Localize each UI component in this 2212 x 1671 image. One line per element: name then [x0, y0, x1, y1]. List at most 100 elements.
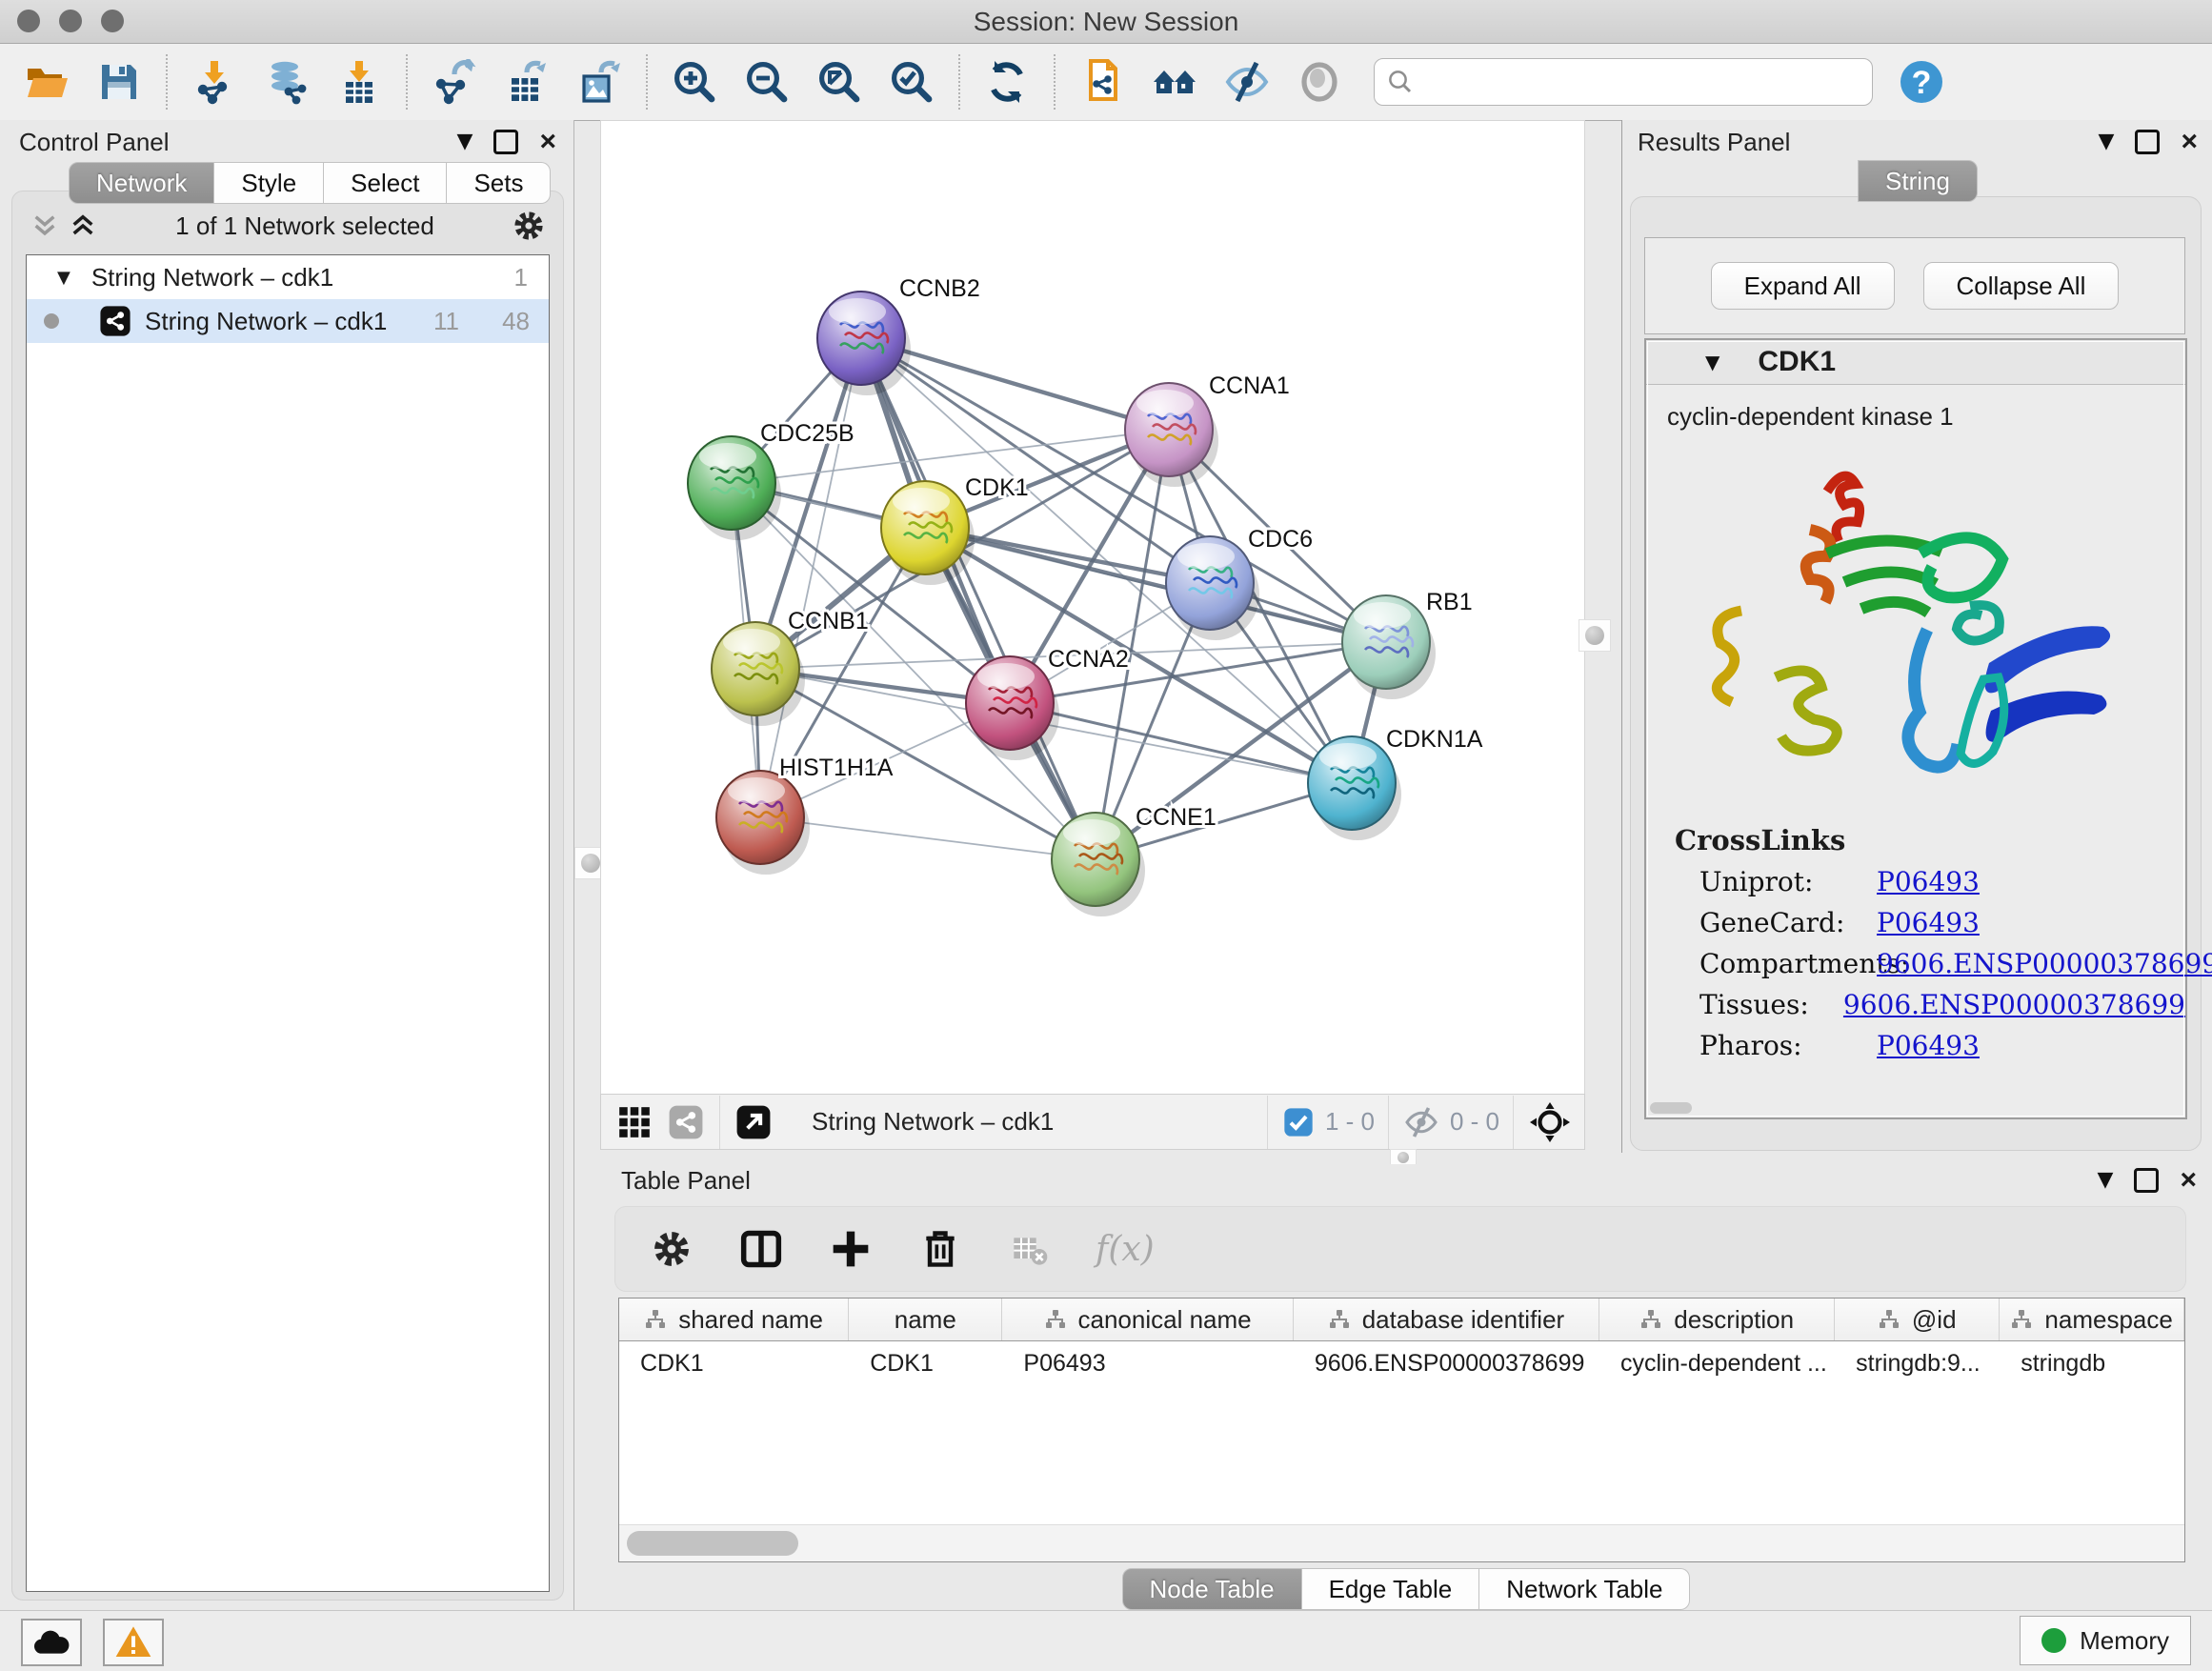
birds-eye-grid-icon[interactable] — [614, 1098, 654, 1146]
node-cdk1[interactable]: CDK1 — [881, 474, 1029, 585]
add-column-icon[interactable] — [827, 1225, 875, 1273]
column-header-shared-name[interactable]: shared name — [619, 1299, 849, 1340]
network-options-gear-icon[interactable] — [508, 205, 550, 247]
show-columns-icon[interactable] — [737, 1225, 785, 1273]
memory-button[interactable]: Memory — [2020, 1616, 2191, 1665]
column-header-namespace[interactable]: namespace — [2000, 1299, 2184, 1340]
detach-view-icon[interactable] — [734, 1098, 774, 1146]
zoom-in-icon[interactable] — [671, 58, 718, 106]
cell-description[interactable]: cyclin-dependent ... — [1599, 1341, 1835, 1385]
zoom-selected-icon[interactable] — [888, 58, 935, 106]
crosslink-link[interactable]: P06493 — [1877, 907, 1980, 938]
tab-sets[interactable]: Sets — [447, 162, 551, 204]
homes-icon[interactable] — [1151, 58, 1198, 106]
crosslink-link[interactable]: 9606.ENSP00000378699 — [1843, 989, 2185, 1020]
table-row[interactable]: CDK1CDK1P064939606.ENSP00000378699cyclin… — [619, 1341, 2184, 1385]
table-hscroll-thumb[interactable] — [627, 1531, 798, 1556]
edge-ccnb2-ccne1[interactable] — [861, 338, 1096, 859]
selected-count-checkbox-icon[interactable] — [1281, 1098, 1316, 1146]
delete-column-icon[interactable] — [916, 1225, 964, 1273]
refresh-icon[interactable] — [983, 58, 1031, 106]
collection-expander-icon[interactable]: ▼ — [57, 268, 70, 288]
results-panel-collapse-icon[interactable]: ▼ — [2099, 131, 2115, 152]
column-header-description[interactable]: description — [1599, 1299, 1835, 1340]
tab-edge-table[interactable]: Edge Table — [1302, 1568, 1480, 1610]
crosslink-link[interactable]: 9606.ENSP00000378699 — [1877, 948, 2212, 979]
cloud-button[interactable] — [21, 1619, 82, 1666]
node-rb1[interactable]: RB1 — [1342, 589, 1473, 699]
node-label-ccna1: CCNA1 — [1209, 372, 1290, 399]
node-ccna1[interactable]: CCNA1 — [1125, 372, 1290, 487]
save-session-icon[interactable] — [95, 58, 143, 106]
column-header-canonical-name[interactable]: canonical name — [1002, 1299, 1293, 1340]
results-panel-close-icon[interactable]: × — [2181, 128, 2198, 156]
column-header-name[interactable]: name — [849, 1299, 1002, 1340]
control-panel-collapse-icon[interactable]: ▼ — [457, 131, 473, 152]
node-ccne1[interactable]: CCNE1 — [1052, 804, 1217, 916]
search-box[interactable] — [1374, 58, 1873, 106]
edge-ccnb2-hist1h1a[interactable] — [760, 338, 861, 817]
crosslink-link[interactable]: P06493 — [1877, 1030, 1980, 1061]
tab-select[interactable]: Select — [324, 162, 447, 204]
cell-database-identifier[interactable]: 9606.ENSP00000378699 — [1294, 1341, 1599, 1385]
cell-id[interactable]: stringdb:9... — [1835, 1341, 2000, 1385]
right-splitter-handle[interactable] — [1579, 619, 1611, 652]
control-panel-close-icon[interactable]: × — [539, 128, 556, 156]
node-ccna2[interactable]: CCNA2 — [966, 646, 1129, 760]
node-hist1h1a[interactable]: HIST1H1A — [716, 755, 894, 875]
node-ccnb2[interactable]: CCNB2 — [817, 275, 980, 395]
zoom-out-icon[interactable] — [743, 58, 791, 106]
node-cdkn1a[interactable]: CDKN1A — [1308, 726, 1483, 840]
hide-unhide-icon[interactable] — [1223, 58, 1271, 106]
bottom-splitter-handle[interactable] — [1390, 1149, 1417, 1165]
edge-ccna2-cdkn1a[interactable] — [1010, 703, 1352, 783]
collapse-all-button[interactable]: Collapse All — [1923, 262, 2120, 310]
table-panel-close-icon[interactable]: × — [2180, 1166, 2197, 1195]
results-panel-float-icon[interactable] — [2135, 130, 2160, 154]
import-database-icon[interactable] — [263, 58, 311, 106]
column-header-database-identifier[interactable]: database identifier — [1294, 1299, 1599, 1340]
expand-all-button[interactable]: Expand All — [1711, 262, 1895, 310]
tab-style[interactable]: Style — [214, 162, 324, 204]
tab-string[interactable]: String — [1858, 160, 1978, 202]
expand-all-networks-icon[interactable] — [64, 207, 102, 245]
table-panel-collapse-icon[interactable]: ▼ — [2098, 1170, 2114, 1191]
help-button[interactable] — [1898, 58, 1945, 106]
export-image-icon[interactable] — [575, 58, 623, 106]
tab-network-table[interactable]: Network Table — [1479, 1568, 1690, 1610]
gene-collapse-icon[interactable]: ▼ — [1705, 352, 1719, 372]
results-hscroll-thumb[interactable] — [1650, 1102, 1692, 1114]
network-list-item[interactable]: ▼String Network – cdk11 — [27, 255, 549, 299]
cell-name[interactable]: CDK1 — [849, 1341, 1002, 1385]
fit-selected-crosshair-icon[interactable] — [1527, 1098, 1573, 1146]
crosslink-link[interactable]: P06493 — [1877, 866, 1980, 897]
cell-shared-name[interactable]: CDK1 — [619, 1341, 849, 1385]
network-share-icon[interactable] — [666, 1098, 706, 1146]
zoom-fit-icon[interactable] — [815, 58, 863, 106]
open-session-icon[interactable] — [23, 58, 70, 106]
tab-network[interactable]: Network — [69, 162, 214, 204]
network-list-item[interactable]: String Network – cdk11148 — [27, 299, 549, 343]
network-list: ▼String Network – cdk11String Network – … — [26, 254, 550, 1592]
cell-canonical-name[interactable]: P06493 — [1002, 1341, 1293, 1385]
warnings-button[interactable] — [103, 1619, 164, 1666]
export-network-icon[interactable] — [431, 58, 478, 106]
control-panel-float-icon[interactable] — [493, 130, 518, 154]
import-table-icon[interactable] — [335, 58, 383, 106]
string-query-icon[interactable] — [1078, 58, 1126, 106]
gene-header[interactable]: ▼ CDK1 — [1646, 340, 2185, 385]
collapse-all-networks-icon[interactable] — [26, 207, 64, 245]
node-cdc25b[interactable]: CDC25B — [688, 420, 855, 540]
table-options-gear-icon[interactable] — [648, 1225, 695, 1273]
tab-node-table[interactable]: Node Table — [1122, 1568, 1302, 1610]
cell-namespace[interactable]: stringdb — [2000, 1341, 2184, 1385]
network-view-canvas[interactable]: CCNB2CCNA1CDC25BCDK1CDC6RB1CCNB1CCNA2CDK… — [600, 120, 1585, 1096]
column-header-id[interactable]: @id — [1835, 1299, 2000, 1340]
edge-hist1h1a-ccne1[interactable] — [760, 817, 1096, 859]
export-table-icon[interactable] — [503, 58, 551, 106]
search-input[interactable] — [1424, 67, 1860, 98]
import-network-icon[interactable] — [191, 58, 238, 106]
table-hscrollbar[interactable] — [619, 1524, 2184, 1561]
table-panel-float-icon[interactable] — [2134, 1168, 2159, 1193]
node-cdc6[interactable]: CDC6 — [1166, 526, 1313, 640]
